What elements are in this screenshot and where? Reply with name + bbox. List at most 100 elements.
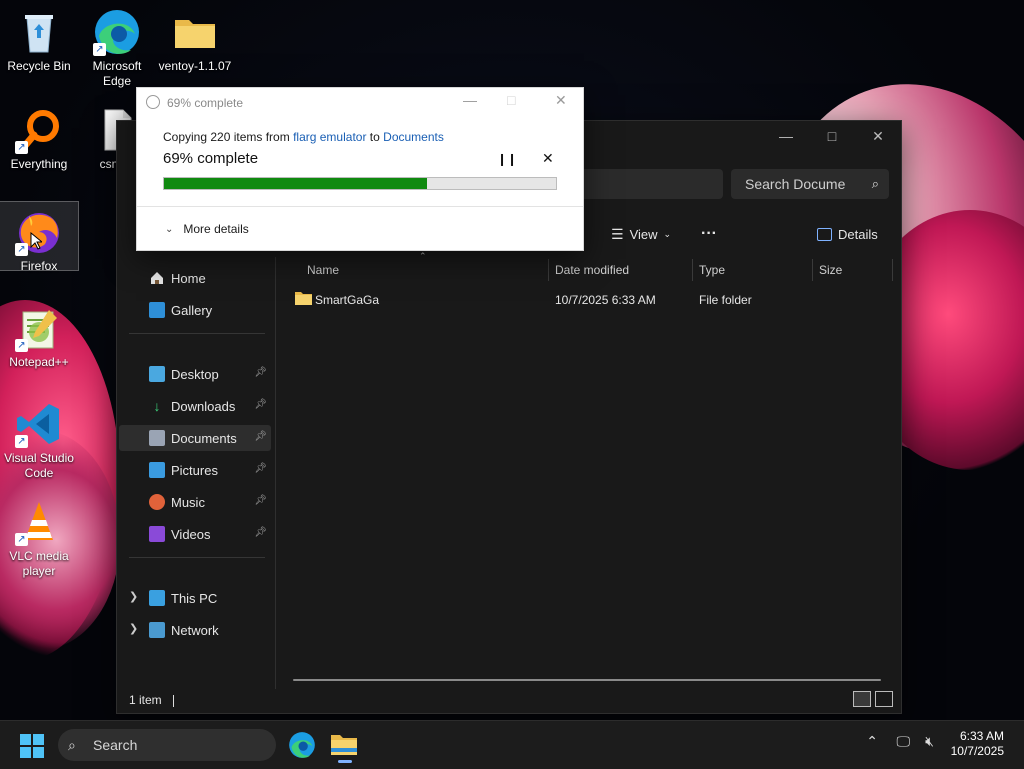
pause-button[interactable]: ❙❙	[497, 152, 517, 166]
details-pane-button[interactable]: Details	[817, 223, 878, 245]
table-row[interactable]: SmartGaGa 10/7/2025 6:33 AM File folder	[293, 288, 889, 312]
network-icon	[149, 622, 165, 638]
show-hidden-icons-button[interactable]: ⌃	[866, 733, 878, 750]
nav-item-this-pc[interactable]: ❯ This PC	[119, 585, 271, 611]
file-explorer-icon	[331, 735, 357, 755]
windows-logo-icon	[20, 734, 44, 758]
address-bar[interactable]	[577, 169, 723, 199]
dialog-maximize-button: □	[507, 92, 516, 108]
row-date-modified: 10/7/2025 6:33 AM	[555, 293, 656, 307]
pin-icon: 📌︎	[254, 463, 267, 474]
taskbar-search-box[interactable]: ⌕ Search	[58, 729, 276, 761]
nav-item-label: Desktop	[171, 366, 219, 382]
desktop-icon-ventoy[interactable]: ventoy-1.1.07	[156, 2, 234, 74]
dialog-title: 69% complete	[167, 96, 244, 110]
desktop-icon-label: Notepad++	[9, 355, 69, 369]
start-button[interactable]	[20, 734, 44, 758]
clock-icon	[146, 95, 160, 109]
copy-prefix: Copying 220 items from	[163, 130, 290, 144]
tiles-view-button[interactable]	[875, 691, 893, 707]
minimize-button[interactable]: —	[763, 121, 809, 151]
desktop-icon-label: Visual Studio Code	[4, 451, 74, 480]
details-view-button[interactable]	[853, 691, 871, 707]
computer-icon	[149, 590, 165, 606]
dialog-close-button[interactable]: ✕	[555, 92, 567, 109]
nav-divider	[129, 333, 265, 334]
nav-item-gallery[interactable]: Gallery	[119, 297, 271, 323]
destination-link[interactable]: Documents	[383, 130, 444, 144]
column-separator[interactable]	[892, 259, 893, 281]
desktop-folder-icon	[149, 366, 165, 382]
dialog-minimize-button[interactable]: —	[463, 92, 477, 108]
vscode-icon: ↗	[15, 400, 63, 448]
taskbar-search-label: Search	[93, 737, 138, 753]
maximize-button[interactable]: □	[809, 121, 855, 151]
column-header-size[interactable]: Size	[819, 257, 842, 283]
pin-icon: 📌︎	[254, 399, 267, 410]
clock-time: 6:33 AM	[959, 729, 1004, 743]
chevron-right-icon[interactable]: ❯	[129, 590, 138, 603]
volume-muted-icon[interactable]: 🔇︎	[925, 733, 934, 750]
shortcut-arrow-icon: ↗	[93, 43, 106, 56]
nav-item-label: Music	[171, 494, 205, 510]
column-header-date-modified[interactable]: Date modified	[555, 257, 629, 283]
pin-icon: 📌︎	[254, 367, 267, 378]
nav-item-music[interactable]: Music 📌︎	[119, 489, 271, 515]
nav-item-pictures[interactable]: Pictures 📌︎	[119, 457, 271, 483]
nav-item-home[interactable]: Home	[119, 265, 271, 291]
edge-icon	[289, 732, 315, 758]
desktop-icon-label: ventoy-1.1.07	[158, 59, 232, 73]
shortcut-arrow-icon: ↗	[15, 339, 28, 352]
column-header-type[interactable]: Type	[699, 257, 725, 283]
desktop-icon-recycle-bin[interactable]: Recycle Bin	[0, 2, 78, 74]
horizontal-scrollbar[interactable]	[293, 679, 881, 681]
more-details-button[interactable]: ⌄ More details	[165, 222, 249, 236]
videos-icon	[149, 526, 165, 542]
chevron-right-icon[interactable]: ❯	[129, 622, 138, 635]
column-header-name[interactable]: Name	[307, 257, 339, 283]
status-bar: 1 item	[129, 693, 175, 707]
row-type: File folder	[699, 293, 752, 307]
progress-bar-fill	[164, 178, 427, 189]
desktop-icon-vscode[interactable]: ↗ Visual Studio Code	[0, 394, 78, 481]
nav-item-videos[interactable]: Videos 📌︎	[119, 521, 271, 547]
view-list-icon: ☰	[611, 225, 624, 242]
mouse-cursor	[30, 231, 44, 255]
view-label: View	[629, 226, 658, 242]
desktop-icon-label: Everything	[10, 157, 68, 171]
cancel-copy-button[interactable]: ✕	[542, 150, 554, 167]
column-separator[interactable]	[692, 259, 693, 281]
desktop-icon-notepadpp[interactable]: ↗ Notepad++	[0, 298, 78, 370]
network-status-icon[interactable]: 🖵︎	[897, 733, 911, 750]
search-icon: ⌕	[68, 737, 76, 753]
more-options-button[interactable]: ···	[701, 223, 717, 245]
status-divider	[173, 694, 175, 707]
search-icon: ⌕	[871, 176, 879, 191]
nav-item-network[interactable]: ❯ Network	[119, 617, 271, 643]
column-separator[interactable]	[812, 259, 813, 281]
details-label: Details	[838, 226, 878, 242]
nav-item-downloads[interactable]: ↓ Downloads 📌︎	[119, 393, 271, 419]
nav-item-label: Gallery	[171, 302, 213, 318]
taskbar-edge-button[interactable]	[288, 731, 316, 759]
documents-icon	[149, 430, 165, 446]
shortcut-arrow-icon: ↗	[15, 243, 28, 256]
search-placeholder: Search Docume	[745, 176, 846, 192]
taskbar-clock[interactable]: 6:33 AM 10/7/2025	[951, 729, 1004, 759]
dialog-divider	[137, 206, 583, 207]
close-button[interactable]: ✕	[855, 121, 901, 151]
desktop-icon-everything[interactable]: ↗ Everything	[0, 100, 78, 172]
desktop-icon-vlc[interactable]: ↗ VLC media player	[0, 492, 78, 579]
nav-item-desktop[interactable]: Desktop 📌︎	[119, 361, 271, 387]
view-button[interactable]: ☰ View ⌄	[611, 223, 671, 245]
shortcut-arrow-icon: ↗	[15, 141, 28, 154]
taskbar-file-explorer-button[interactable]	[330, 729, 360, 763]
window-controls: — □ ✕	[763, 121, 901, 151]
column-separator[interactable]	[548, 259, 549, 281]
source-link[interactable]: flarg emulator	[293, 130, 366, 144]
desktop-icon-edge[interactable]: ↗ Microsoft Edge	[78, 2, 156, 89]
desktop-icon-label: VLC media player	[9, 549, 69, 578]
nav-item-documents[interactable]: Documents 📌︎	[119, 425, 271, 451]
search-input[interactable]: Search Docume ⌕	[731, 169, 889, 199]
nav-item-label: Pictures	[171, 462, 218, 478]
